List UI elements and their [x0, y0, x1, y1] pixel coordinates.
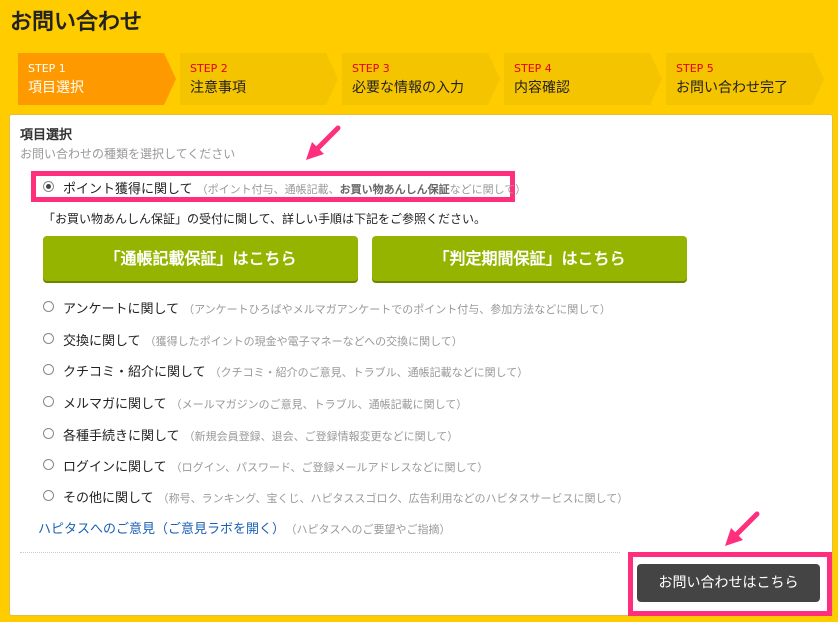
option-note: （クチコミ・紹介のご意見、トラブル、通帳記載などに関して） [209, 366, 529, 379]
step-2: STEP 2 注意事項 [180, 53, 338, 105]
option-note: （新規会員登録、退会、ご登録情報変更などに関して） [183, 430, 459, 443]
option-label: 各種手続きに関して [63, 429, 180, 444]
step-5: STEP 5 お問い合わせ完了 [666, 53, 824, 105]
option-note: （称号、ランキング、宝くじ、ハピタススゴロク、広告利用などのハピタスサービスに関… [157, 492, 629, 505]
option-note-bold: お買い物あんしん保証 [339, 183, 450, 196]
radio-button[interactable] [43, 459, 54, 470]
section-title: 項目選択 [20, 128, 73, 143]
step-number: STEP 5 [676, 62, 714, 75]
step-3: STEP 3 必要な情報の入力 [342, 53, 500, 105]
contact-submit-button[interactable]: お問い合わせはこちら [637, 564, 820, 602]
passbook-guarantee-button[interactable]: 「通帳記載保証」はこちら [43, 236, 358, 281]
option-label: ログインに関して [63, 460, 167, 475]
option-note: （獲得したポイントの現金や電子マネーなどへの交換に関して） [144, 335, 463, 348]
radio-button[interactable] [43, 490, 54, 501]
step-label: 注意事項 [190, 80, 246, 96]
option-label: クチコミ・紹介に関して [63, 365, 206, 380]
option-label: ポイント獲得に関して [63, 182, 193, 197]
radio-button[interactable] [43, 364, 54, 375]
step-number: STEP 4 [514, 62, 552, 75]
step-label: 内容確認 [514, 80, 570, 96]
divider [20, 552, 620, 553]
radio-button[interactable] [43, 301, 54, 312]
feedback-link[interactable]: ハピタスへのご意見（ご意見ラボを開く） [38, 522, 285, 537]
step-number: STEP 2 [190, 62, 228, 75]
radio-button[interactable] [43, 396, 54, 407]
radio-button-checked[interactable] [43, 181, 54, 192]
judgement-guarantee-button[interactable]: 「判定期間保証」はこちら [372, 236, 687, 281]
option-note: （ログイン、パスワード、ご登録メールアドレスなどに関して） [170, 461, 489, 474]
step-label: お問い合わせ完了 [676, 80, 788, 96]
option-note-close: などに関して） [449, 183, 527, 196]
step-number: STEP 3 [352, 62, 390, 75]
feedback-note: （ハピタスへのご要望やご指摘） [291, 523, 451, 536]
pointer-arrow-icon [725, 511, 760, 546]
radio-button[interactable] [43, 428, 54, 439]
option-note: （メールマガジンのご意見、トラブル、通帳記載に関して） [170, 398, 468, 411]
step-1: STEP 1 項目選択 [18, 53, 176, 105]
selection-panel: 項目選択 お問い合わせの種類を選択してください ポイント獲得に関して （ポイント付… [9, 114, 833, 616]
step-label: 項目選択 [28, 80, 84, 96]
radio-button[interactable] [43, 333, 54, 344]
option-label: その他に関して [63, 491, 154, 506]
step-progress: STEP 1 項目選択 STEP 2 注意事項 STEP 3 必要な情報の入力 … [18, 53, 838, 105]
step-label: 必要な情報の入力 [352, 80, 464, 96]
option-note-open: （ポイント付与、通帳記載、 [196, 183, 340, 196]
option-note: （アンケートひろばやメルマガアンケートでのポイント付与、参加方法などに関して） [183, 303, 611, 316]
feedback-row: ハピタスへのご意見（ご意見ラボを開く） （ハピタスへのご要望やご指摘） [38, 518, 451, 537]
step-number: STEP 1 [28, 62, 66, 75]
page-title: お問い合わせ [10, 10, 143, 35]
step-4: STEP 4 内容確認 [504, 53, 662, 105]
info-text: 「お買い物あんしん保証」の受付に関して、詳しい手順は下記をご参照ください。 [43, 212, 487, 226]
section-subtitle: お問い合わせの種類を選択してください [20, 147, 236, 161]
option-label: 交換に関して [63, 334, 141, 349]
option-label: メルマガに関して [63, 397, 167, 412]
pointer-arrow-icon [306, 125, 341, 160]
option-label: アンケートに関して [63, 302, 180, 317]
